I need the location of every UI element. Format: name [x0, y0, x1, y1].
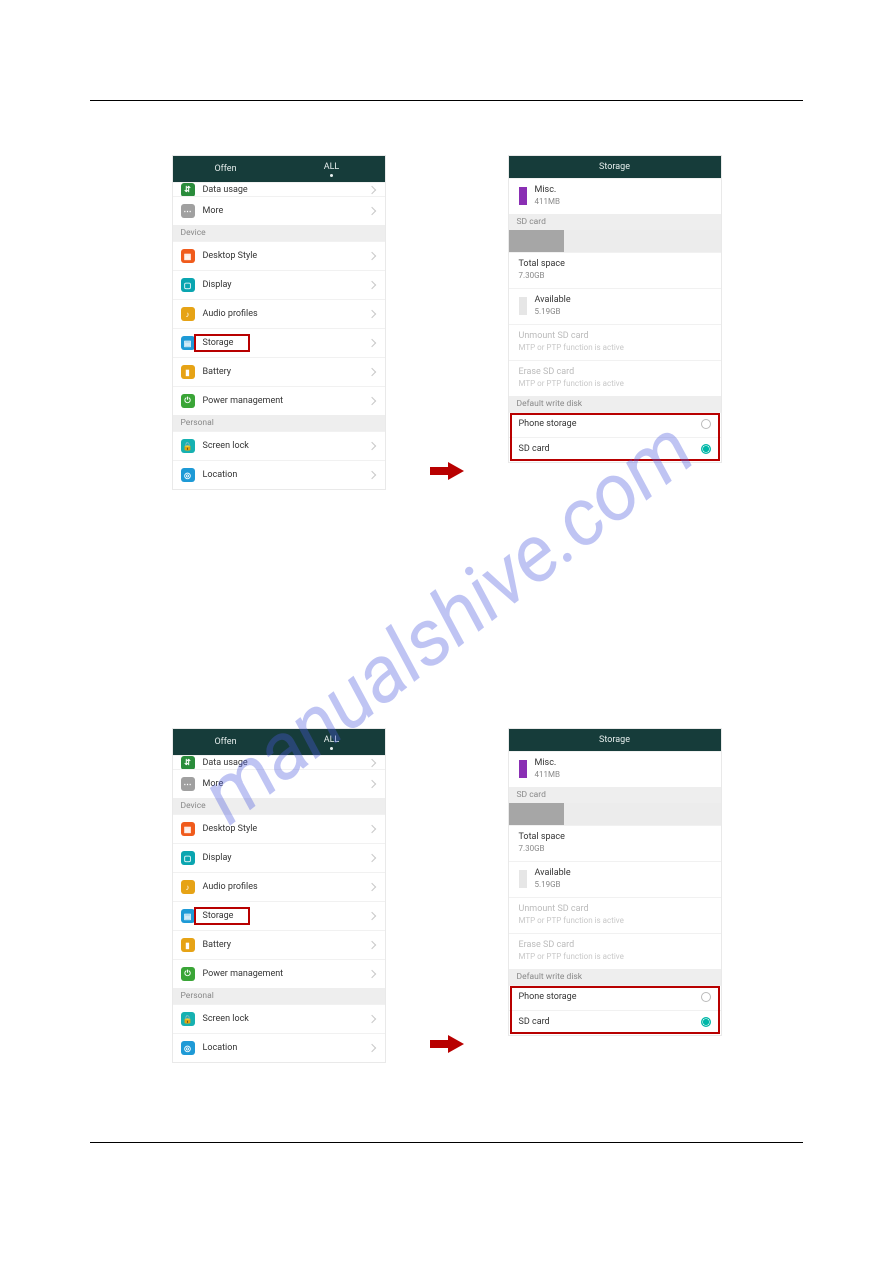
row-power-mgmt[interactable]: ⏻Power management [173, 386, 385, 415]
settings-tabbar: Offen ALL [173, 156, 385, 182]
default-disk-header: Default write disk [509, 396, 721, 412]
sd-card-header: SD card [509, 787, 721, 803]
row-desktop-style[interactable]: ▦Desktop Style [173, 814, 385, 843]
row-location[interactable]: ◎Location [173, 460, 385, 489]
misc-row[interactable]: Misc.411MB [509, 178, 721, 214]
row-storage[interactable]: ▤Storage [173, 901, 385, 930]
row-power-mgmt[interactable]: ⏻Power management [173, 959, 385, 988]
device-header: Device [173, 798, 385, 814]
option-sd-card[interactable]: SD card [509, 1010, 721, 1035]
chevron-icon [367, 252, 375, 260]
storage-bar-used [509, 803, 564, 825]
chevron-icon [367, 339, 375, 347]
chevron-icon [367, 758, 375, 766]
total-space-row: Total space 7.30GB [509, 825, 721, 861]
row-display[interactable]: ▢Display [173, 843, 385, 872]
settings-screen: Offen ALL ⇵ Data usage ⋯More Device ▦Des… [173, 156, 385, 489]
total-space-row: Total space 7.30GB [509, 252, 721, 288]
misc-swatch [519, 760, 527, 778]
row-screen-lock[interactable]: 🔒Screen lock [173, 431, 385, 460]
chevron-icon [367, 883, 375, 891]
storage-screen: Storage Misc.411MB SD card Total space 7… [509, 156, 721, 462]
chevron-icon [367, 825, 375, 833]
arrow-icon [430, 460, 464, 482]
row-storage[interactable]: ▤Storage [173, 328, 385, 357]
option-sd-card[interactable]: SD card [509, 437, 721, 462]
erase-row: Erase SD card MTP or PTP function is act… [509, 933, 721, 969]
device-header: Device [173, 225, 385, 241]
row-more[interactable]: ⋯More [173, 769, 385, 798]
misc-swatch [519, 187, 527, 205]
arrow-icon [430, 1033, 464, 1055]
storage-titlebar: Storage [509, 729, 721, 751]
available-swatch [519, 870, 527, 888]
chevron-icon [367, 471, 375, 479]
chevron-icon [367, 854, 375, 862]
storage-bar-used [509, 230, 564, 252]
storage-screen-2: Storage Misc.411MB SD card Total space 7… [509, 729, 721, 1035]
radio-unselected[interactable] [701, 992, 711, 1002]
row-audio-profiles[interactable]: ♪Audio profiles [173, 299, 385, 328]
chevron-icon [367, 442, 375, 450]
chevron-icon [367, 281, 375, 289]
chevron-icon [367, 207, 375, 215]
tab-offen[interactable]: Offen [173, 156, 279, 182]
row-more[interactable]: ⋯More [173, 196, 385, 225]
radio-selected[interactable] [701, 444, 711, 454]
figure-row-1: Offen ALL ⇵ Data usage ⋯More Device ▦Des… [0, 101, 893, 569]
available-swatch [519, 297, 527, 315]
chevron-icon [367, 310, 375, 318]
chevron-icon [367, 185, 375, 193]
tab-all[interactable]: ALL [279, 156, 385, 182]
chevron-icon [367, 1015, 375, 1023]
row-battery[interactable]: ▮Battery [173, 357, 385, 386]
available-row[interactable]: Available5.19GB [509, 288, 721, 324]
settings-tabbar: Offen ALL [173, 729, 385, 755]
storage-bar [509, 230, 721, 252]
chevron-icon [367, 397, 375, 405]
chevron-icon [367, 912, 375, 920]
chevron-icon [367, 970, 375, 978]
chevron-icon [367, 941, 375, 949]
default-disk-header: Default write disk [509, 969, 721, 985]
row-audio-profiles[interactable]: ♪Audio profiles [173, 872, 385, 901]
option-phone-storage[interactable]: Phone storage [509, 985, 721, 1010]
chevron-icon [367, 780, 375, 788]
unmount-row: Unmount SD card MTP or PTP function is a… [509, 324, 721, 360]
storage-titlebar: Storage [509, 156, 721, 178]
tab-offen[interactable]: Offen [173, 729, 279, 755]
chevron-icon [367, 368, 375, 376]
sd-card-header: SD card [509, 214, 721, 230]
figure-row-2: Offen ALL ⇵ Data usage ⋯More Device ▦Des… [0, 569, 893, 1142]
row-data-usage[interactable]: ⇵ Data usage [173, 755, 385, 769]
option-phone-storage[interactable]: Phone storage [509, 412, 721, 437]
unmount-row: Unmount SD card MTP or PTP function is a… [509, 897, 721, 933]
chevron-icon [367, 1044, 375, 1052]
radio-unselected[interactable] [701, 419, 711, 429]
personal-header: Personal [173, 415, 385, 431]
row-location[interactable]: ◎Location [173, 1033, 385, 1062]
radio-selected[interactable] [701, 1017, 711, 1027]
personal-header: Personal [173, 988, 385, 1004]
erase-row: Erase SD card MTP or PTP function is act… [509, 360, 721, 396]
storage-bar [509, 803, 721, 825]
row-screen-lock[interactable]: 🔒Screen lock [173, 1004, 385, 1033]
available-row[interactable]: Available5.19GB [509, 861, 721, 897]
row-data-usage[interactable]: ⇵ Data usage [173, 182, 385, 196]
tab-all[interactable]: ALL [279, 729, 385, 755]
settings-screen-2: Offen ALL ⇵ Data usage ⋯More Device ▦Des… [173, 729, 385, 1062]
row-display[interactable]: ▢Display [173, 270, 385, 299]
misc-row[interactable]: Misc.411MB [509, 751, 721, 787]
row-battery[interactable]: ▮Battery [173, 930, 385, 959]
row-desktop-style[interactable]: ▦Desktop Style [173, 241, 385, 270]
